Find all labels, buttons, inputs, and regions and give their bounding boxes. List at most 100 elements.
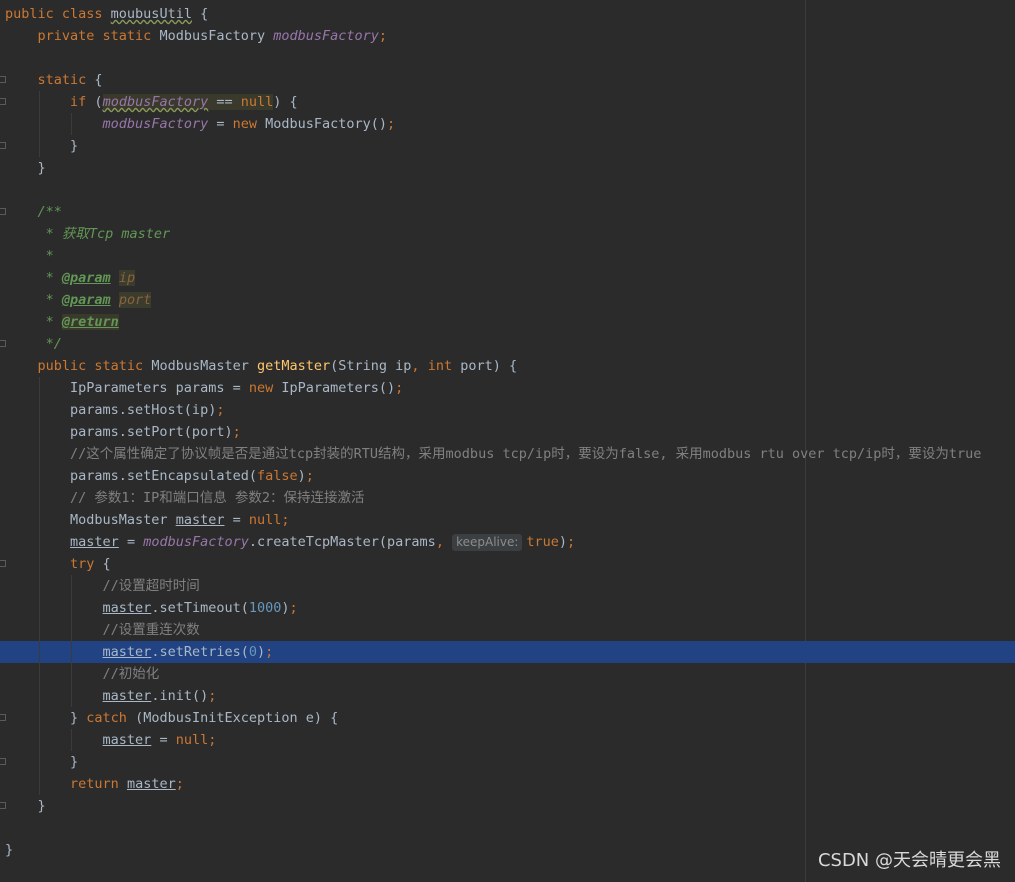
- code-line[interactable]: //设置重连次数: [0, 619, 1015, 641]
- code-token: public class: [5, 6, 111, 22]
- code-text: *: [5, 245, 54, 267]
- code-line[interactable]: * @return: [0, 311, 1015, 333]
- code-token: (ModbusInitException e) {: [135, 710, 339, 726]
- code-token: null: [240, 94, 274, 110]
- code-token: modbusFactory: [143, 534, 249, 550]
- code-line[interactable]: private static ModbusFactory modbusFacto…: [0, 25, 1015, 47]
- code-line[interactable]: /**: [0, 201, 1015, 223]
- code-token: ModbusFactory: [159, 28, 274, 44]
- code-line[interactable]: params.setHost(ip);: [0, 399, 1015, 421]
- code-editor[interactable]: public class moubusUtil { private static…: [0, 0, 1015, 882]
- code-text: modbusFactory = new ModbusFactory();: [5, 113, 396, 135]
- code-token: null: [175, 732, 209, 748]
- code-line[interactable]: //这个属性确定了协议帧是否是通过tcp封装的RTU结构，采用modbus tc…: [0, 443, 1015, 465]
- code-line[interactable]: ModbusMaster master = null;: [0, 509, 1015, 531]
- code-line[interactable]: master.setTimeout(1000);: [0, 597, 1015, 619]
- code-token: ): [257, 644, 266, 660]
- code-line[interactable]: modbusFactory = new ModbusFactory();: [0, 113, 1015, 135]
- code-line[interactable]: }: [0, 135, 1015, 157]
- code-token: *: [45, 314, 62, 330]
- code-token: params.setHost(ip): [5, 402, 217, 418]
- code-token: ip: [118, 270, 136, 286]
- code-token: master: [126, 776, 176, 792]
- code-token: 0: [248, 644, 258, 660]
- code-line[interactable]: //初始化: [0, 663, 1015, 685]
- code-line[interactable]: IpParameters params = new IpParameters()…: [0, 377, 1015, 399]
- code-text: /**: [5, 201, 62, 223]
- code-token: 1000: [248, 600, 282, 616]
- code-token: ;: [232, 424, 241, 440]
- code-text: params.setPort(port);: [5, 421, 241, 443]
- code-line[interactable]: //设置超时时间: [0, 575, 1015, 597]
- code-line[interactable]: master = modbusFactory.createTcpMaster(p…: [0, 531, 1015, 553]
- code-line[interactable]: try {: [0, 553, 1015, 575]
- code-line[interactable]: params.setEncapsulated(false);: [0, 465, 1015, 487]
- code-token: port: [118, 292, 152, 308]
- code-line[interactable]: * @param port: [0, 289, 1015, 311]
- code-line[interactable]: [0, 817, 1015, 839]
- selected-code-line[interactable]: master.setRetries(0);: [0, 641, 1015, 663]
- code-token: }: [5, 138, 79, 154]
- code-line[interactable]: }: [0, 157, 1015, 179]
- code-token: ;: [395, 380, 404, 396]
- code-token: getMaster: [256, 358, 331, 374]
- code-token: {: [94, 72, 103, 88]
- code-line[interactable]: master.init();: [0, 685, 1015, 707]
- code-line[interactable]: // 参数1：IP和端口信息 参数2：保持连接激活: [0, 487, 1015, 509]
- code-token: moubusUtil: [110, 6, 192, 22]
- code-line[interactable]: master = null;: [0, 729, 1015, 751]
- code-line[interactable]: public static ModbusMaster getMaster(Str…: [0, 355, 1015, 377]
- code-text: params.setHost(ip);: [5, 399, 224, 421]
- code-token: *: [45, 292, 62, 308]
- code-token: //设置超时时间: [102, 578, 200, 594]
- code-line[interactable]: }: [0, 795, 1015, 817]
- code-line[interactable]: } catch (ModbusInitException e) {: [0, 707, 1015, 729]
- code-token: ModbusFactory(): [265, 116, 388, 132]
- code-text: //设置超时时间: [5, 575, 200, 597]
- code-text: master.setRetries(0);: [5, 641, 274, 663]
- code-line[interactable]: * 获取Tcp master: [0, 223, 1015, 245]
- code-text: public static ModbusMaster getMaster(Str…: [5, 355, 518, 377]
- code-line[interactable]: [0, 47, 1015, 69]
- code-text: if (modbusFactory == null) {: [5, 91, 298, 113]
- code-token: =: [151, 732, 176, 748]
- code-token: modbusFactory: [273, 28, 379, 44]
- code-line[interactable]: * @param ip: [0, 267, 1015, 289]
- code-line[interactable]: */: [0, 333, 1015, 355]
- code-text: try {: [5, 553, 111, 575]
- code-line[interactable]: static {: [0, 69, 1015, 91]
- code-line[interactable]: return master;: [0, 773, 1015, 795]
- code-token: ==: [208, 94, 241, 110]
- code-token: (String ip: [330, 358, 412, 374]
- code-line[interactable]: [0, 179, 1015, 201]
- code-text: master = null;: [5, 729, 217, 751]
- code-token: ;: [387, 116, 396, 132]
- code-token: .init(): [151, 688, 209, 704]
- code-token: {: [102, 556, 111, 572]
- code-line[interactable]: *: [0, 245, 1015, 267]
- code-line[interactable]: public class moubusUtil {: [0, 3, 1015, 25]
- code-text: */: [5, 333, 62, 355]
- code-line[interactable]: if (modbusFactory == null) {: [0, 91, 1015, 113]
- code-token: }: [5, 160, 46, 176]
- code-token: ): [558, 534, 568, 550]
- code-token: modbusFactory: [102, 116, 209, 132]
- code-token: ;: [265, 644, 274, 660]
- code-token: //这个属性确定了协议帧是否是通过tcp封装的RTU结构，采用modbus tc…: [70, 446, 982, 462]
- code-token: IpParameters params =: [5, 380, 249, 396]
- code-token: @return: [61, 314, 119, 330]
- code-token: modbusFactory: [102, 94, 209, 110]
- code-line[interactable]: }: [0, 751, 1015, 773]
- code-token: ,: [435, 534, 453, 550]
- code-token: ): [297, 468, 306, 484]
- code-line[interactable]: params.setPort(port);: [0, 421, 1015, 443]
